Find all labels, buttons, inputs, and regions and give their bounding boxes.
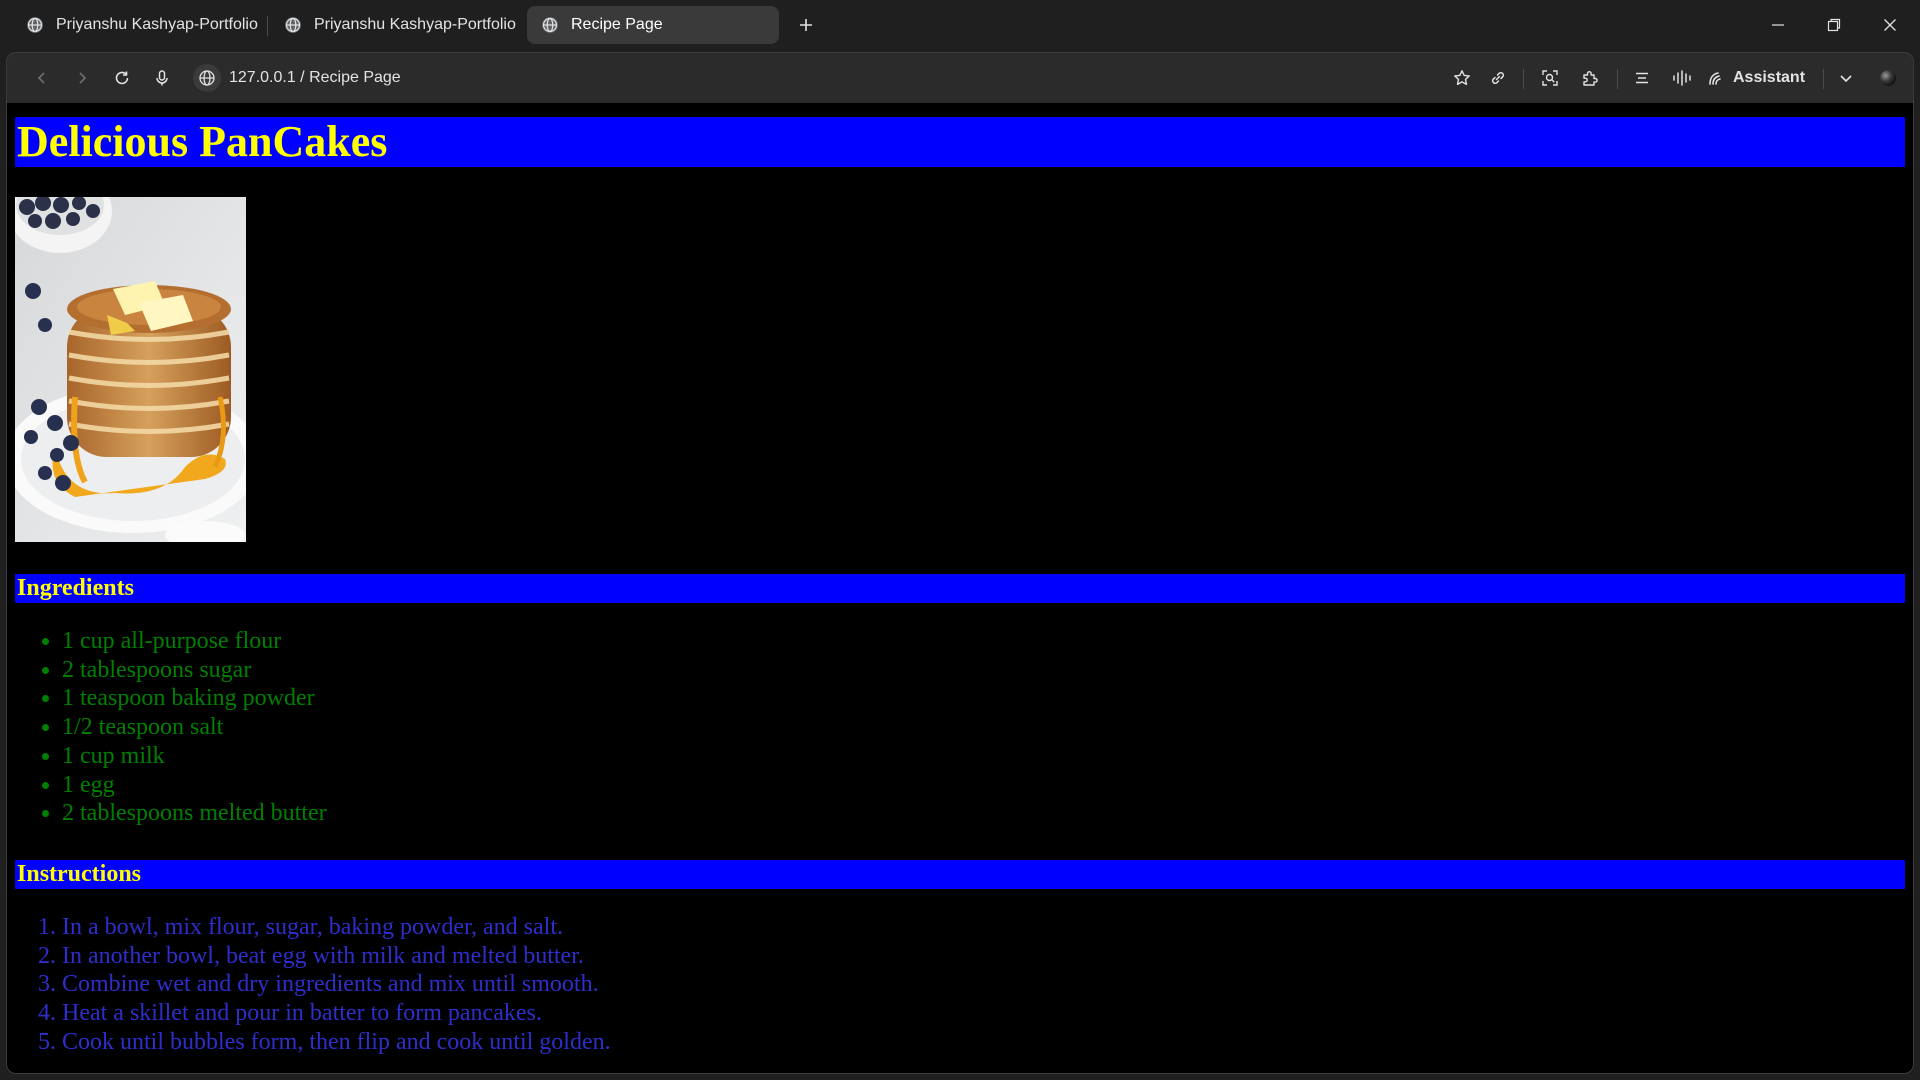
assistant-icon [1707, 69, 1725, 87]
browser-toolbar: 127.0.0.1 / Recipe Page Assistant [7, 53, 1913, 103]
star-icon [1454, 70, 1470, 86]
puzzle-icon [1583, 71, 1598, 86]
instructions-heading: Instructions [15, 859, 1905, 889]
globe-icon [541, 16, 559, 34]
page-content: Delicious PanCakes Ingredients • 1 cup a… [7, 117, 1913, 1056]
instruction-step: In a bowl, mix flour, sugar, baking powd… [62, 913, 1905, 942]
tab-label: Priyanshu Kashyap-Portfolio [56, 16, 258, 33]
toolbar-divider [1523, 69, 1524, 89]
ingredient-item: 1 egg [62, 771, 1905, 800]
waveform-icon [1673, 70, 1691, 86]
globe-icon [284, 16, 302, 34]
list-icon [1636, 72, 1648, 84]
url-text[interactable]: 127.0.0.1 / Recipe Page [229, 69, 401, 87]
audio-button[interactable] [1667, 63, 1697, 93]
reload-icon [115, 71, 129, 85]
toolbar-divider [1823, 69, 1824, 89]
pancake-image [15, 197, 246, 542]
page-title: Delicious PanCakes [15, 117, 1905, 167]
restore-icon [1827, 18, 1841, 32]
tab-search-button[interactable] [1831, 63, 1861, 93]
ingredients-heading: Ingredients [15, 574, 1905, 603]
forward-arrow-icon [79, 72, 87, 84]
minimize-button[interactable] [1758, 8, 1798, 42]
browser-window: 127.0.0.1 / Recipe Page Assistant Delici… [6, 52, 1914, 1074]
link-icon [1491, 71, 1505, 85]
instructions-list: In a bowl, mix flour, sugar, baking powd… [15, 913, 1905, 1057]
instruction-step: Heat a skillet and pour in batter to for… [62, 999, 1905, 1028]
tab-label: Priyanshu Kashyap-Portfolio [314, 16, 516, 33]
minimize-icon [1772, 24, 1784, 26]
instruction-step: Combine wet and dry ingredients and mix … [62, 970, 1905, 999]
tab-portfolio-1[interactable]: Priyanshu Kashyap-Portfolio [12, 6, 262, 44]
ingredients-list: 1 cup all-purpose flour 2 tablespoons su… [15, 627, 1905, 828]
ingredient-item: 2 tablespoons sugar [62, 656, 1905, 685]
close-icon [1884, 19, 1896, 31]
ingredient-item: 1 cup all-purpose flour [62, 627, 1905, 656]
site-info-button[interactable] [193, 64, 221, 92]
toolbar-divider [1617, 69, 1618, 89]
assistant-button[interactable]: Assistant [1707, 63, 1805, 93]
ingredient-item: 1/2 teaspoon salt [62, 713, 1905, 742]
tab-label: Recipe Page [571, 16, 663, 33]
microphone-icon [156, 70, 168, 86]
reload-button[interactable] [107, 63, 137, 93]
page-search-icon [1542, 70, 1558, 86]
globe-icon [26, 16, 44, 34]
avatar [1880, 70, 1896, 86]
ingredient-item: 1 teaspoon baking powder [62, 684, 1905, 713]
new-tab-button[interactable] [792, 10, 820, 40]
globe-icon [199, 70, 215, 86]
tab-separator [267, 16, 268, 36]
close-button[interactable] [1870, 8, 1910, 42]
reading-list-button[interactable] [1627, 63, 1657, 93]
chevron-down-icon [1840, 75, 1852, 83]
voice-search-button[interactable] [147, 63, 177, 93]
forward-button[interactable] [67, 63, 97, 93]
ingredient-item: 2 tablespoons melted butter [62, 799, 1905, 828]
lens-search-button[interactable] [1535, 63, 1565, 93]
back-arrow-icon [37, 72, 45, 84]
back-button[interactable] [27, 63, 57, 93]
tab-recipe-page[interactable]: Recipe Page [527, 6, 779, 44]
extensions-button[interactable] [1575, 63, 1605, 93]
tab-portfolio-2[interactable]: Priyanshu Kashyap-Portfolio [270, 6, 520, 44]
share-link-button[interactable] [1483, 63, 1513, 93]
address-bar[interactable]: 127.0.0.1 / Recipe Page [193, 64, 401, 92]
page-viewport[interactable]: Delicious PanCakes Ingredients • 1 cup a… [7, 103, 1913, 1073]
assistant-label: Assistant [1733, 69, 1806, 86]
instruction-step: Cook until bubbles form, then flip and c… [62, 1028, 1905, 1057]
ingredient-item: 1 cup milk [62, 742, 1905, 771]
restore-button[interactable] [1814, 8, 1854, 42]
profile-button[interactable] [1873, 63, 1903, 93]
plus-icon [800, 19, 812, 31]
instruction-step: In another bowl, beat egg with milk and … [62, 942, 1905, 971]
tab-strip: Priyanshu Kashyap-Portfolio Priyanshu Ka… [0, 0, 1920, 52]
bookmark-button[interactable] [1447, 63, 1477, 93]
